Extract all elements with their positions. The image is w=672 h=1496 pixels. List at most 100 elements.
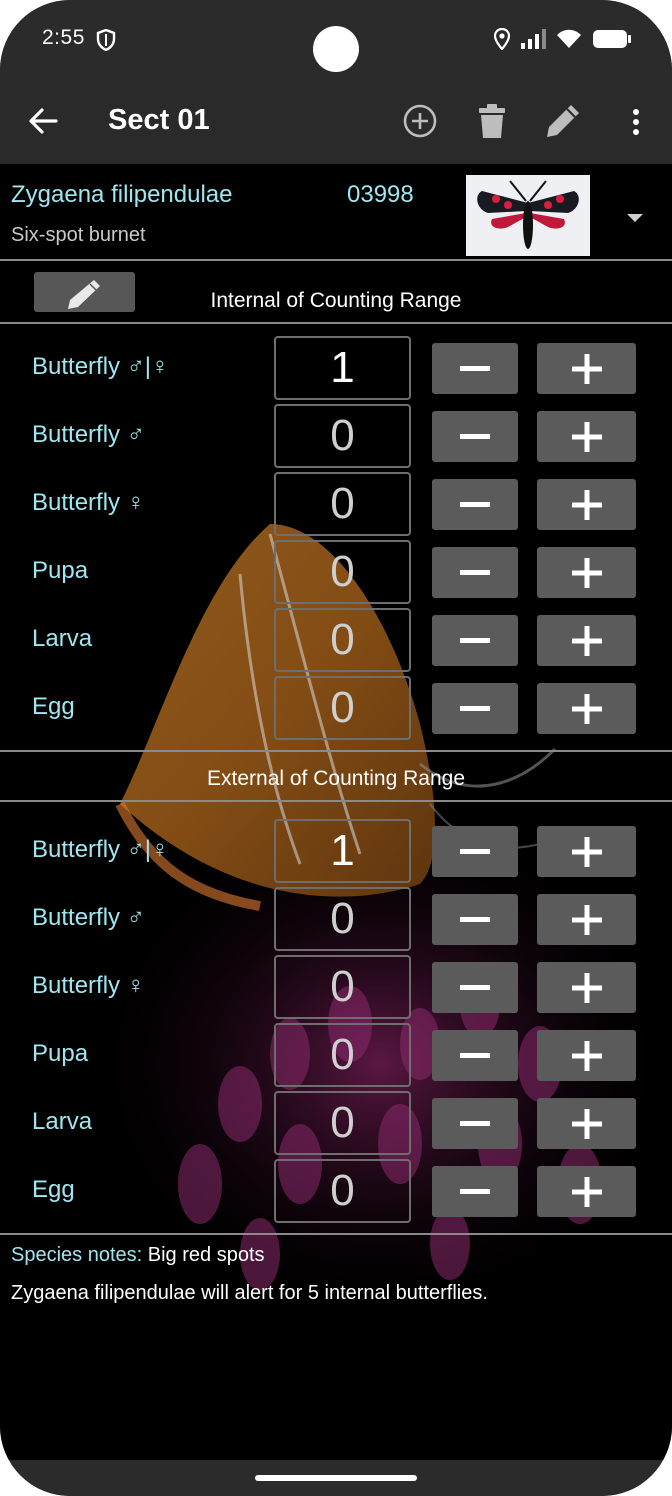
counter-value[interactable]: 0 xyxy=(274,472,411,536)
increment-button[interactable] xyxy=(537,826,636,877)
increment-button[interactable] xyxy=(537,343,636,394)
status-time: 2:55 xyxy=(42,26,85,49)
counter-label: Larva xyxy=(32,625,93,652)
counter-label: Egg xyxy=(32,693,75,720)
minus-icon xyxy=(460,569,490,575)
increment-button[interactable] xyxy=(537,615,636,666)
species-selector[interactable]: Zygaena filipendulae 03998 Six-spot burn… xyxy=(0,164,672,260)
plus-icon xyxy=(571,353,602,384)
location-icon xyxy=(493,27,511,55)
external-counter-row: Pupa 0 xyxy=(0,1021,672,1089)
counter-label: Butterfly ♂ xyxy=(32,904,145,931)
internal-counter-row: Butterfly ♀ 0 xyxy=(0,470,672,538)
counter-value[interactable]: 0 xyxy=(274,1091,411,1155)
internal-counter-row: Egg 0 xyxy=(0,674,672,742)
decrement-button[interactable] xyxy=(432,683,518,734)
signal-icon xyxy=(520,29,546,54)
decrement-button[interactable] xyxy=(432,1030,518,1081)
decrement-button[interactable] xyxy=(432,1166,518,1217)
increment-button[interactable] xyxy=(537,479,636,530)
minus-icon xyxy=(460,705,490,711)
app-bar: Sect 01 xyxy=(0,80,672,164)
species-thumbnail xyxy=(466,175,590,256)
dropdown-arrow-icon[interactable] xyxy=(626,210,644,228)
minus-icon xyxy=(460,916,490,922)
plus-icon xyxy=(571,421,602,452)
external-counter-row: Butterfly ♀ 0 xyxy=(0,953,672,1021)
plus-icon xyxy=(571,904,602,935)
counter-label: Butterfly ♂|♀ xyxy=(32,353,169,380)
plus-icon xyxy=(571,1040,602,1071)
minus-icon xyxy=(460,1120,490,1126)
decrement-button[interactable] xyxy=(432,411,518,462)
increment-button[interactable] xyxy=(537,683,636,734)
external-counter-row: Butterfly ♂|♀ 1 xyxy=(0,817,672,885)
decrement-button[interactable] xyxy=(432,547,518,598)
pencil-icon[interactable] xyxy=(544,102,584,142)
external-counter-row: Larva 0 xyxy=(0,1089,672,1157)
home-gesture-handle[interactable] xyxy=(255,1475,417,1481)
plus-icon xyxy=(571,693,602,724)
increment-button[interactable] xyxy=(537,411,636,462)
plus-icon xyxy=(571,557,602,588)
decrement-button[interactable] xyxy=(432,1098,518,1149)
back-arrow-icon[interactable] xyxy=(26,104,60,138)
more-vert-icon[interactable] xyxy=(616,102,656,142)
counter-value[interactable]: 0 xyxy=(274,955,411,1019)
counter-value[interactable]: 0 xyxy=(274,1159,411,1223)
minus-icon xyxy=(460,1052,490,1058)
page-title: Sect 01 xyxy=(108,104,210,136)
internal-section-title: Internal of Counting Range xyxy=(210,289,462,312)
species-common-name: Six-spot burnet xyxy=(11,224,146,246)
increment-button[interactable] xyxy=(537,1098,636,1149)
increment-button[interactable] xyxy=(537,1166,636,1217)
counter-value[interactable]: 0 xyxy=(274,887,411,951)
species-notes: Species notes: Big red spots xyxy=(11,1244,265,1267)
plus-icon xyxy=(571,972,602,1003)
divider xyxy=(0,750,672,752)
counter-value[interactable]: 0 xyxy=(274,540,411,604)
species-notes-text: Big red spots xyxy=(147,1244,265,1266)
counter-label: Butterfly ♀ xyxy=(32,972,145,999)
decrement-button[interactable] xyxy=(432,615,518,666)
counter-label: Egg xyxy=(32,1176,75,1203)
divider xyxy=(0,259,672,261)
external-counter-row: Egg 0 xyxy=(0,1157,672,1225)
increment-button[interactable] xyxy=(537,547,636,598)
internal-counter-row: Pupa 0 xyxy=(0,538,672,606)
species-notes-label: Species notes: xyxy=(11,1244,143,1266)
counter-value[interactable]: 1 xyxy=(274,819,411,883)
minus-icon xyxy=(460,848,490,854)
counter-value[interactable]: 1 xyxy=(274,336,411,400)
decrement-button[interactable] xyxy=(432,894,518,945)
internal-counter-row: Larva 0 xyxy=(0,606,672,674)
navigation-bar xyxy=(0,1460,672,1496)
counting-content[interactable]: Zygaena filipendulae 03998 Six-spot burn… xyxy=(0,164,672,1460)
counter-label: Pupa xyxy=(32,557,89,584)
increment-button[interactable] xyxy=(537,1030,636,1081)
divider xyxy=(0,800,672,802)
decrement-button[interactable] xyxy=(432,826,518,877)
minus-icon xyxy=(460,365,490,371)
trash-icon[interactable] xyxy=(474,102,514,142)
increment-button[interactable] xyxy=(537,894,636,945)
decrement-button[interactable] xyxy=(432,962,518,1013)
counter-label: Butterfly ♂ xyxy=(32,421,145,448)
increment-button[interactable] xyxy=(537,962,636,1013)
counter-value[interactable]: 0 xyxy=(274,676,411,740)
minus-icon xyxy=(460,501,490,507)
add-circle-icon[interactable] xyxy=(401,102,441,142)
minus-icon xyxy=(460,637,490,643)
external-counter-row: Butterfly ♂ 0 xyxy=(0,885,672,953)
plus-icon xyxy=(571,1176,602,1207)
species-scientific-name: Zygaena filipendulae xyxy=(11,181,233,208)
counter-value[interactable]: 0 xyxy=(274,404,411,468)
plus-icon xyxy=(571,625,602,656)
battery-icon xyxy=(592,29,632,54)
decrement-button[interactable] xyxy=(432,343,518,394)
counter-value[interactable]: 0 xyxy=(274,608,411,672)
decrement-button[interactable] xyxy=(432,479,518,530)
species-code: 03998 xyxy=(347,181,414,208)
counter-value[interactable]: 0 xyxy=(274,1023,411,1087)
counter-label: Butterfly ♀ xyxy=(32,489,145,516)
